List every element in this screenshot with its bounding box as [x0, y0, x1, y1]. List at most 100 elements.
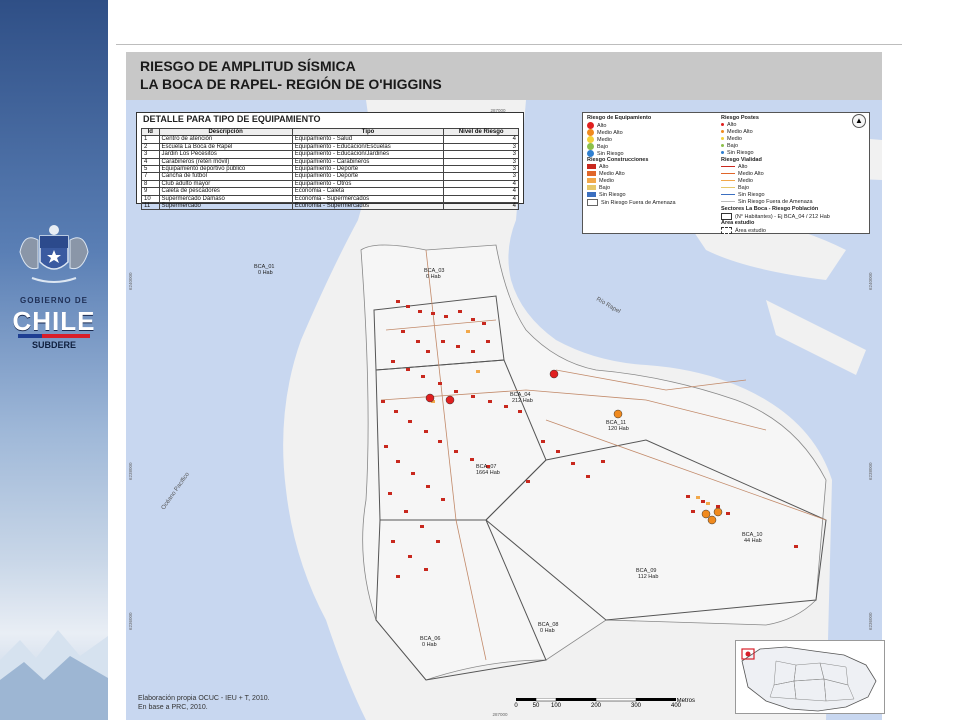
legend-item-label: Sin Riesgo Fuera de Amenaza [601, 199, 676, 206]
table-title: DETALLE PARA TIPO DE EQUIPAMIENTO [143, 114, 321, 124]
legend-item-label: Sin Riesgo [738, 192, 765, 198]
cell-description: Cancha de fútbol [158, 172, 293, 181]
white-square-icon [587, 199, 598, 206]
cell-type: Economia - Supermercados [291, 202, 445, 211]
equipment-detail-table: DETALLE PARA TIPO DE EQUIPAMIENTO Id Des… [136, 112, 524, 211]
equipment-marker-medio-alto [713, 507, 723, 517]
legend-item-label: Sin Riesgo [599, 192, 626, 198]
sidebar-banner: GOBIERNO DE CHILE SUBDERE [0, 0, 108, 720]
legend-item-label: Sin Riesgo Fuera de Amenaza [738, 199, 813, 205]
scale-segment [556, 698, 596, 701]
legend-item-label: Medio Alto [727, 129, 753, 135]
cell-risk-level: 3 [443, 172, 519, 181]
legend-item: Bajo [587, 143, 676, 150]
legend-item-label: Medio [599, 178, 614, 184]
legend-item: Medio Alto [587, 171, 676, 178]
cell-risk-level: 3 [443, 157, 519, 167]
legend-column-left: Riesgo de Equipamiento Alto Medio Alto M… [587, 115, 676, 206]
yellow-dot-icon [721, 137, 724, 141]
legend-item: Sin Riesgo [587, 150, 676, 157]
scale-tick: 200 [591, 703, 602, 708]
sector-hab: 0 Hab [422, 642, 437, 648]
cell-description: Supermercado [158, 202, 293, 211]
blue-square-icon [587, 192, 596, 198]
scale-segment [516, 698, 536, 701]
cell-id: 9 [141, 187, 160, 196]
cell-risk-level: 4 [443, 187, 519, 196]
table-row: 10 Supermercado Dámaso Economia - Supermer… [141, 194, 519, 204]
orange-circle-icon [587, 129, 594, 136]
sector-hab: 0 Hab [426, 274, 441, 280]
green-dot-icon [721, 144, 724, 148]
scale-tick: 300 [631, 703, 642, 708]
cell-id: 10 [141, 194, 160, 204]
table-row: 8 Club adulto mayor Equipamiento - Otros 4 [141, 179, 519, 189]
legend-item: Bajo [721, 143, 830, 150]
orange-square-icon [587, 171, 596, 177]
coordinate-label-bottom: 287000 [492, 712, 508, 717]
table-row: 1 Centro de atención Equipamiento - Salud 4 [141, 135, 519, 144]
cell-id: 8 [141, 179, 160, 189]
legend-item-label: Alto [738, 164, 748, 170]
coordinate-label-left-3: 6236000 [128, 612, 133, 630]
equipment-table: Id Descripción Tipo Nivel de Riesgo 1 Cen… [141, 127, 519, 211]
cell-description: Caleta de pescadores [158, 187, 293, 196]
column-header: Descripción [158, 127, 293, 137]
table-row: 5 Equipamiento deportivo público Equipamie… [141, 165, 519, 174]
cell-id: 5 [141, 165, 160, 174]
table-header-row: Id Descripción Tipo Nivel de Riesgo [141, 127, 519, 137]
cell-description: Supermercado Dámaso [158, 194, 293, 204]
equipment-marker-alto [549, 369, 559, 379]
flag-stripe [18, 334, 90, 338]
legend-item: Sin Riesgo Fuera de Amenaza [721, 199, 830, 206]
light-orange-line-icon [721, 179, 735, 182]
equipment-marker-medio-alto [613, 409, 623, 419]
cell-description: Escuela La Boca de Rapel [158, 142, 293, 152]
cell-risk-level: 3 [443, 165, 519, 174]
cell-risk-level: 3 [443, 142, 519, 152]
legend-item-label: Área estudio [735, 227, 766, 234]
coordinate-label-right-3: 6236000 [868, 612, 873, 630]
mountain-decoration [0, 630, 108, 720]
orange-dot-icon [721, 130, 724, 134]
legend-item: Sin Riesgo [721, 192, 830, 199]
column-header: Id [141, 127, 160, 137]
red-dot-icon [721, 123, 724, 127]
scale-tick: 100 [551, 703, 562, 708]
legend-item: Área estudio [721, 227, 830, 234]
legend-item-label: Bajo [738, 185, 750, 191]
legend-item: Alto [587, 164, 676, 171]
location-dot-icon [745, 651, 751, 657]
map-legend: Riesgo de Equipamiento Alto Medio Alto M… [582, 112, 870, 234]
legend-item-label: Alto [599, 164, 609, 170]
cell-id: 1 [141, 135, 160, 144]
legend-item-label: Sin Riesgo [727, 150, 754, 156]
legend-item: Bajo [721, 185, 830, 192]
cell-risk-level: 4 [443, 202, 519, 211]
legend-heading: Riesgo Vialidad [721, 157, 762, 163]
legend-item: Sin Riesgo [587, 192, 676, 199]
legend-item-label: Medio [727, 136, 742, 142]
legend-heading: Área estudio [721, 220, 755, 226]
map-title: RIESGO DE AMPLITUD SÍSMICA [140, 58, 356, 74]
yellow-circle-icon [587, 136, 594, 143]
column-header: Tipo [291, 127, 445, 137]
brand-main-text: CHILE [12, 306, 96, 336]
legend-item: Medio [587, 178, 676, 185]
sector-hab: 1664 Hab [476, 470, 500, 476]
scale-segment [535, 698, 557, 702]
table-row: 9 Caleta de pescadores Economia - Caleta 4 [141, 187, 519, 196]
cell-risk-level: 4 [443, 194, 519, 204]
gray-line-icon [721, 200, 735, 203]
legend-item-label: Medio [738, 178, 753, 184]
tan-square-icon [587, 185, 596, 191]
legend-item: Alto [721, 122, 830, 129]
sector-polygon-icon [721, 213, 732, 220]
cell-risk-level: 4 [443, 179, 519, 189]
legend-heading: Riesgo de Equipamiento [587, 115, 652, 121]
map-credit: Elaboración propia OCUC - IEU + T, 2010.… [138, 694, 270, 712]
legend-item: Medio Alto [721, 171, 830, 178]
cell-risk-level: 3 [443, 150, 519, 159]
legend-item: Bajo [587, 185, 676, 192]
legend-item-label: Bajo [599, 185, 611, 191]
